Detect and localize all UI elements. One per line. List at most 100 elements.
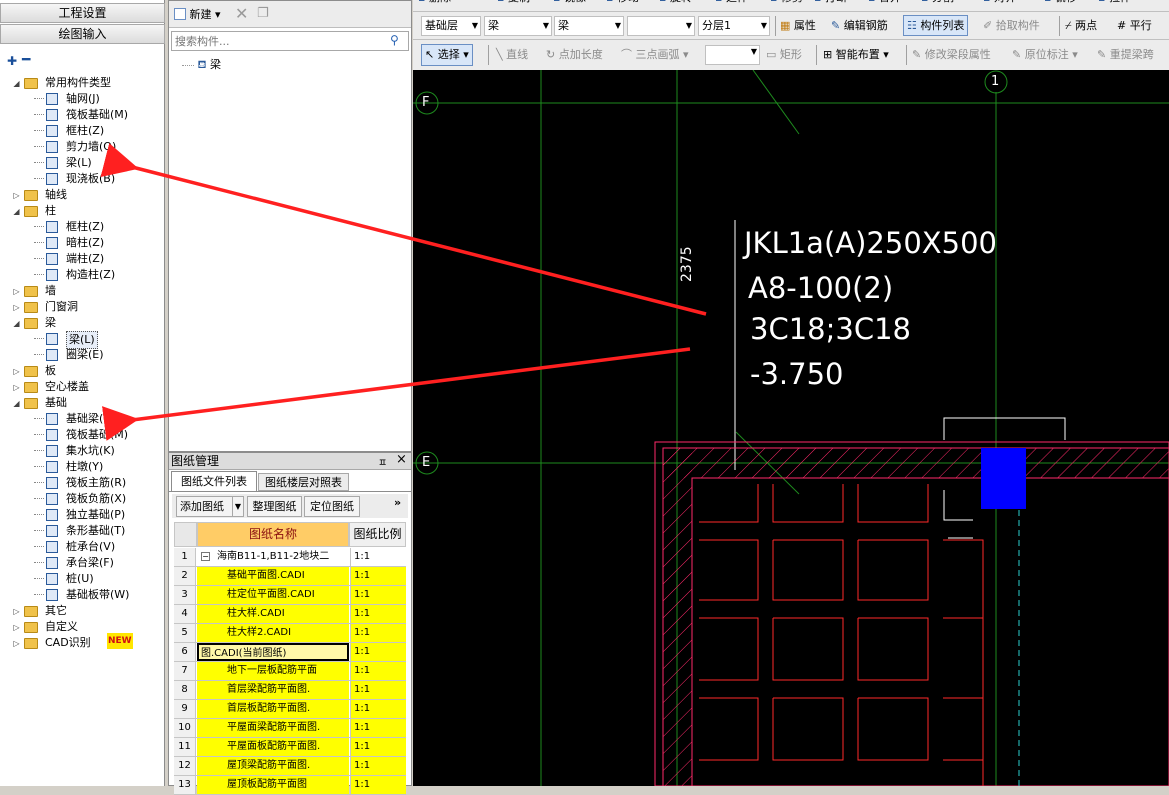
edit-tool-button[interactable]: ▪ 拉伸	[1098, 0, 1131, 9]
drawing-name-cell[interactable]: 屋顶板配筋平面图	[197, 776, 349, 794]
expand-icon[interactable]: ▷	[12, 367, 21, 376]
search-icon[interactable]: ⚲	[390, 33, 404, 47]
edit-tool-button[interactable]: ▪ 复制	[497, 0, 530, 9]
collapse-icon[interactable]: ◢	[12, 207, 21, 216]
drawing-scale-cell[interactable]: 1:1	[350, 719, 406, 737]
drawing-name-cell[interactable]: 柱大样.CADI	[197, 605, 349, 623]
parallel-button[interactable]: # 平行	[1117, 15, 1152, 37]
drawing-table-row[interactable]: 5 柱大样2.CADI 1:1	[174, 624, 406, 643]
edit-tool-button[interactable]: ▪ 偏移	[1044, 0, 1077, 9]
collapse-icon[interactable]: ◢	[12, 319, 21, 328]
component-list-button[interactable]: ☷ 构件列表	[903, 15, 969, 36]
edit-tool-button[interactable]: ▪ 打断	[814, 0, 847, 9]
drawing-scale-cell[interactable]: 1:1	[350, 700, 406, 718]
collapse-icon[interactable]: ◢	[12, 79, 21, 88]
component-search-input[interactable]	[171, 31, 409, 51]
drawing-table-row[interactable]: 7 地下一层板配筋平面 1:1	[174, 662, 406, 681]
drawing-scale-cell[interactable]: 1:1	[350, 681, 406, 699]
drawing-scale-cell[interactable]: 1:1	[350, 757, 406, 775]
close-icon[interactable]: ×	[396, 452, 407, 467]
new-component-button[interactable]: 新建 ▾	[174, 4, 221, 26]
edit-tool-button[interactable]: ▪ 修剪	[770, 0, 803, 9]
expand-icon[interactable]: ▷	[12, 623, 21, 632]
drawing-table-row[interactable]: 4 柱大样.CADI 1:1	[174, 605, 406, 624]
header-drawing-scale[interactable]: 图纸比例	[349, 522, 406, 547]
floor-select[interactable]: 基础层 ▼	[421, 16, 481, 36]
drawing-table-row[interactable]: 11 平屋面板配筋平面图. 1:1	[174, 738, 406, 757]
in-situ-annotation-button[interactable]: ✎ 原位标注 ▾	[1012, 44, 1078, 66]
expand-icon[interactable]: ▷	[12, 287, 21, 296]
component-list-item[interactable]: ⛾ 梁	[182, 57, 242, 73]
edit-tool-button[interactable]: ▪ 删除	[418, 0, 451, 9]
drawing-scale-cell[interactable]: 1:1	[350, 776, 406, 794]
two-points-button[interactable]: ⌿ 两点	[1065, 15, 1097, 37]
expand-all-icon[interactable]: ✚	[7, 54, 17, 68]
drawing-name-cell[interactable]: 基础平面图.CADI	[197, 567, 349, 585]
delete-component-icon[interactable]: ✕	[235, 3, 248, 25]
copy-component-icon[interactable]: ❐	[257, 3, 269, 25]
edit-tool-button[interactable]: ▪ 旋转	[659, 0, 692, 9]
layer-select[interactable]: 分层1 ▼	[698, 16, 770, 36]
pin-icon[interactable]: ㅍ	[378, 454, 387, 469]
drawing-table-row[interactable]: 1 海南B11-1,B11-2地块二 − 1:1	[174, 548, 406, 567]
expand-icon[interactable]: ▷	[12, 639, 21, 648]
expand-icon[interactable]: ▷	[12, 191, 21, 200]
collapse-icon[interactable]: ◢	[12, 399, 21, 408]
drawing-name-cell[interactable]: 平屋面板配筋平面图.	[197, 738, 349, 756]
drawing-scale-cell[interactable]: 1:1	[350, 643, 406, 661]
edit-tool-button[interactable]: ▪ 移动	[606, 0, 639, 9]
collapse-all-icon[interactable]: ━	[22, 52, 30, 68]
drawing-scale-cell[interactable]: 1:1	[350, 738, 406, 756]
drawing-table-row[interactable]: 6 图.CADI(当前图纸) 1:1	[174, 643, 406, 662]
drawing-name-cell[interactable]: 屋顶梁配筋平面图.	[197, 757, 349, 775]
drawing-name-cell[interactable]: 首层板配筋平面图.	[197, 700, 349, 718]
drawing-scale-cell[interactable]: 1:1	[350, 624, 406, 642]
edit-tool-button[interactable]: ▪ 对齐	[983, 0, 1016, 9]
drawing-table-row[interactable]: 8 首层梁配筋平面图. 1:1	[174, 681, 406, 700]
component-select[interactable]: 梁 ▼	[554, 16, 624, 36]
project-settings-button[interactable]: 工程设置	[0, 3, 165, 23]
drawing-name-cell[interactable]: 地下一层板配筋平面	[197, 662, 349, 680]
collapse-icon[interactable]: −	[201, 552, 210, 561]
rectangle-button[interactable]: ▭ 矩形	[766, 44, 802, 66]
add-drawing-button[interactable]: 添加图纸 ▼	[176, 496, 244, 517]
type-select[interactable]: 梁 ▼	[484, 16, 552, 36]
drawing-name-cell[interactable]: 柱大样2.CADI	[197, 624, 349, 642]
drawing-name-cell[interactable]: 首层梁配筋平面图.	[197, 681, 349, 699]
drawing-scale-cell[interactable]: 1:1	[350, 662, 406, 680]
tab-drawing-file-list[interactable]: 图纸文件列表	[171, 471, 257, 491]
re-extract-span-button[interactable]: ✎ 重提梁跨	[1097, 44, 1154, 66]
drawing-table-row[interactable]: 9 首层板配筋平面图. 1:1	[174, 700, 406, 719]
edit-tool-button[interactable]: ▪ 合并	[868, 0, 901, 9]
edit-tool-button[interactable]: ▪ 延伸	[715, 0, 748, 9]
expand-icon[interactable]: ▷	[12, 303, 21, 312]
organize-drawing-button[interactable]: 整理图纸	[247, 496, 302, 517]
drawing-name-cell[interactable]: 海南B11-1,B11-2地块二	[197, 548, 349, 566]
drawing-name-cell[interactable]: 柱定位平面图.CADI	[197, 586, 349, 604]
more-buttons-icon[interactable]: »	[394, 496, 406, 510]
expand-icon[interactable]: ▷	[12, 607, 21, 616]
point-length-button[interactable]: ↻ 点加长度	[546, 44, 603, 66]
properties-button[interactable]: ▦ 属性	[780, 15, 816, 37]
header-drawing-name[interactable]: 图纸名称	[197, 522, 349, 547]
drawing-table-row[interactable]: 2 基础平面图.CADI 1:1	[174, 567, 406, 586]
line-button[interactable]: ╲ 直线	[496, 44, 528, 66]
drawing-name-cell[interactable]: 平屋面梁配筋平面图.	[197, 719, 349, 737]
drawing-table-row[interactable]: 3 柱定位平面图.CADI 1:1	[174, 586, 406, 605]
expand-icon[interactable]: ▷	[12, 383, 21, 392]
modify-beam-segment-button[interactable]: ✎ 修改梁段属性	[912, 44, 991, 66]
locate-drawing-button[interactable]: 定位图纸	[304, 496, 360, 517]
drawing-table-row[interactable]: 12 屋顶梁配筋平面图. 1:1	[174, 757, 406, 776]
three-point-arc-button[interactable]: ⌒ 三点画弧 ▾	[621, 44, 689, 66]
drawing-scale-cell[interactable]: 1:1	[350, 548, 406, 566]
drawing-name-cell[interactable]: 图.CADI(当前图纸)	[197, 643, 349, 661]
pick-component-button[interactable]: ✐ 拾取构件	[983, 15, 1040, 37]
drawing-scale-cell[interactable]: 1:1	[350, 605, 406, 623]
edit-tool-button[interactable]: ▪ 分割	[921, 0, 954, 9]
drawing-input-button[interactable]: 绘图输入	[0, 24, 165, 44]
select-button[interactable]: ↖ 选择 ▾	[421, 44, 473, 66]
drawing-table-row[interactable]: 10 平屋面梁配筋平面图. 1:1	[174, 719, 406, 738]
drawing-scale-cell[interactable]: 1:1	[350, 567, 406, 585]
drawing-scale-cell[interactable]: 1:1	[350, 586, 406, 604]
extra-select[interactable]: ▼	[627, 16, 695, 36]
